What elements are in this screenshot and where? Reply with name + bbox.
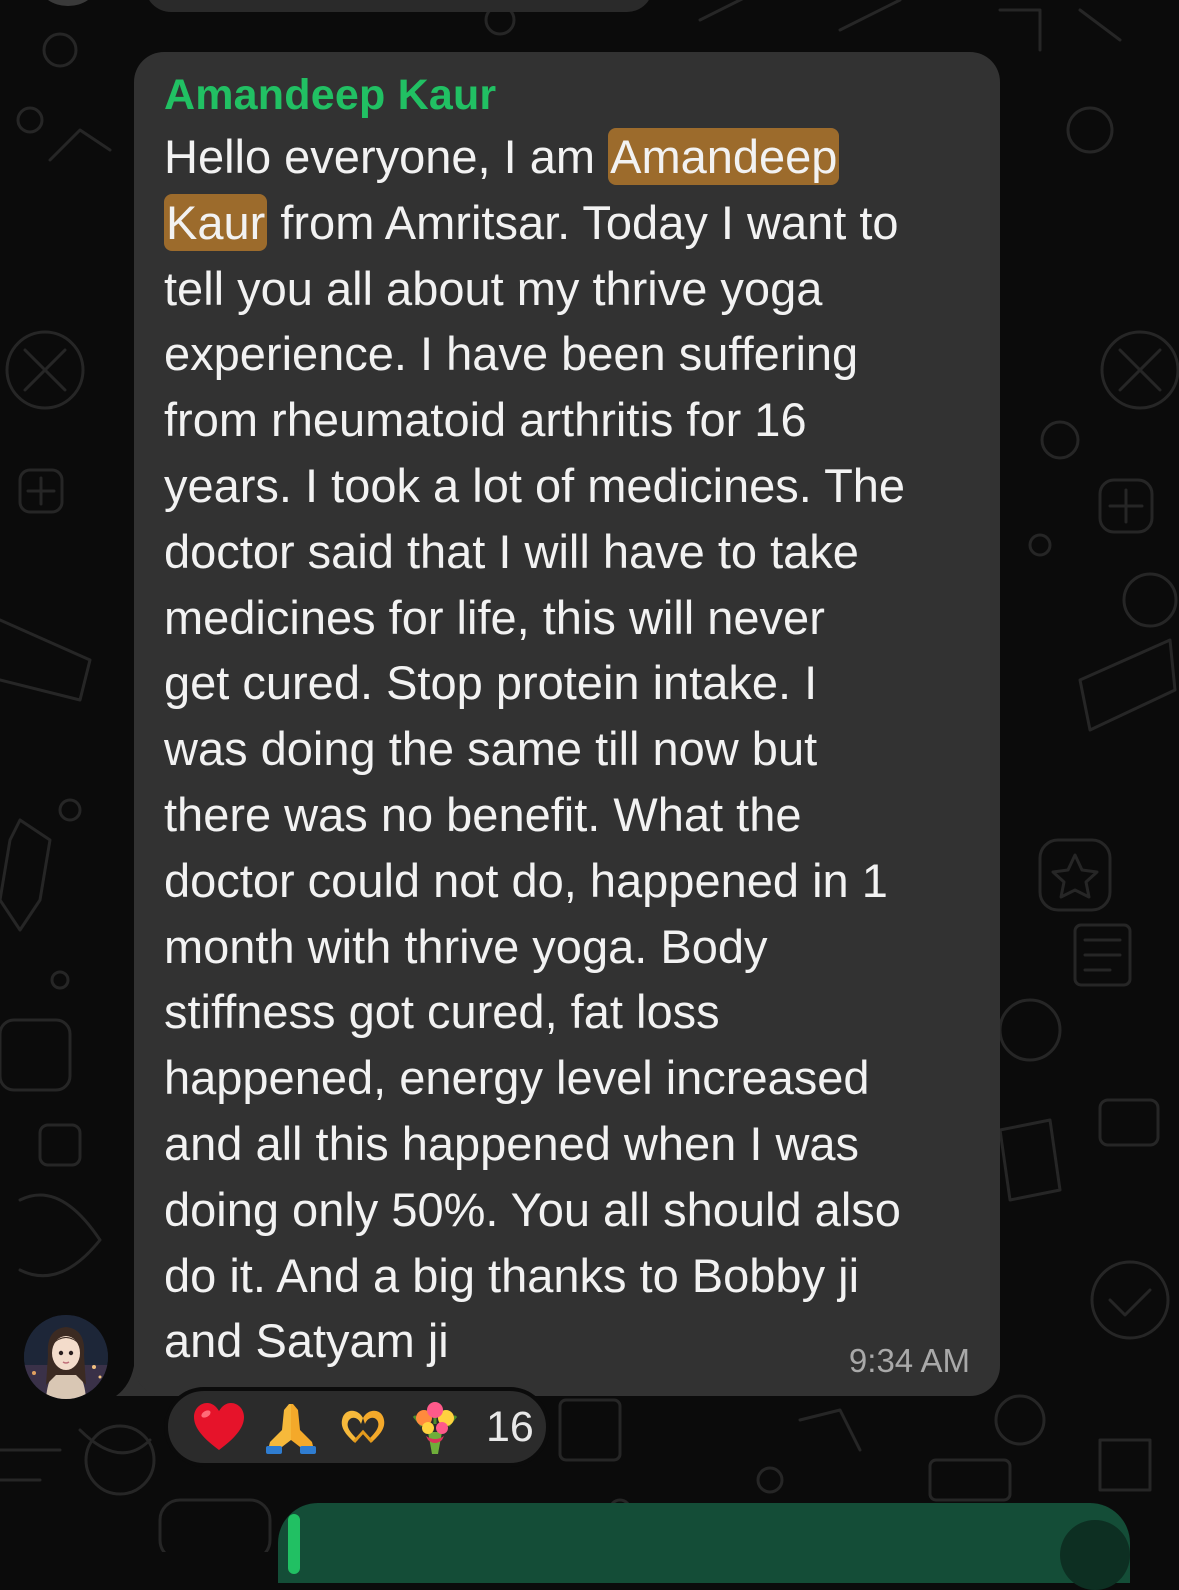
- previous-message-bubble: [145, 0, 653, 12]
- message-line: tell you all about my thrive yoga: [164, 256, 970, 322]
- message-text-segment: month with thrive yoga. Body: [164, 919, 768, 973]
- outgoing-message-bubble[interactable]: [278, 1503, 1130, 1583]
- avatar-image: [24, 1315, 108, 1399]
- message-line: Kaur from Amritsar. Today I want to: [164, 190, 970, 256]
- message-text-segment: and all this happened when I was: [164, 1116, 860, 1170]
- message-line: doctor could not do, happened in 1: [164, 848, 970, 914]
- incoming-message-bubble[interactable]: Amandeep Kaur Hello everyone, I am Amand…: [134, 52, 1000, 1396]
- reaction-count: 16: [486, 1402, 534, 1451]
- message-line: from rheumatoid arthritis for 16: [164, 387, 970, 453]
- message-line: there was no benefit. What the: [164, 782, 970, 848]
- sender-name[interactable]: Amandeep Kaur: [164, 70, 970, 120]
- heart-icon: [194, 1403, 244, 1450]
- message-text-segment: and Satyam ji: [164, 1314, 449, 1368]
- folded-hands-icon: [266, 1404, 316, 1454]
- message-text-segment: doctor could not do, happened in 1: [164, 853, 888, 907]
- message-line: get cured. Stop protein intake. I: [164, 650, 970, 716]
- bouquet-icon: [412, 1402, 458, 1454]
- message-text-segment: do it. And a big thanks to Bobby ji: [164, 1248, 860, 1302]
- message-line: and all this happened when I was: [164, 1111, 970, 1177]
- message-text-segment: years. I took a lot of medicines. The: [164, 458, 906, 512]
- message-line: years. I took a lot of medicines. The: [164, 453, 970, 519]
- message-text-segment: was doing the same till now but: [164, 722, 818, 776]
- sender-avatar[interactable]: [24, 1315, 108, 1399]
- message-timestamp: 9:34 AM: [848, 1342, 970, 1379]
- message-text-segment: Hello everyone, I am: [164, 130, 609, 183]
- message-line: doing only 50%. You all should also: [164, 1177, 970, 1243]
- message-line: experience. I have been suffering: [164, 321, 970, 387]
- message-text-segment: experience. I have been suffering: [164, 327, 859, 381]
- quoted-media-thumbnail[interactable]: [1060, 1520, 1130, 1590]
- message-text-segment: happened, energy level increased: [164, 1051, 870, 1105]
- reply-quote-bar: [288, 1514, 300, 1574]
- message-text-segment: from rheumatoid arthritis for 16: [164, 393, 807, 447]
- message-line: was doing the same till now but: [164, 716, 970, 782]
- message-text-segment: medicines for life, this will never: [164, 590, 825, 644]
- message-line: Hello everyone, I am Amandeep: [164, 124, 970, 190]
- message-text-segment: from Amritsar. Today I want to: [267, 195, 899, 249]
- search-highlight: Amandeep: [608, 128, 840, 185]
- reactions-bar[interactable]: 16: [164, 1387, 550, 1467]
- message-text-segment: doing only 50%. You all should also: [164, 1182, 901, 1236]
- message-line: happened, energy level increased: [164, 1045, 970, 1111]
- message-text-segment: doctor said that I will have to take: [164, 524, 859, 578]
- message-line: medicines for life, this will never: [164, 585, 970, 651]
- message-line: doctor said that I will have to take: [164, 519, 970, 585]
- message-text-segment: stiffness got cured, fat loss: [164, 985, 720, 1039]
- heart-hands-icon: [341, 1410, 385, 1444]
- message-text-segment: tell you all about my thrive yoga: [164, 261, 823, 315]
- message-line: month with thrive yoga. Body: [164, 914, 970, 980]
- message-line: stiffness got cured, fat loss: [164, 979, 970, 1045]
- message-text-segment: get cured. Stop protein intake. I: [164, 656, 818, 710]
- message-text-segment: there was no benefit. What the: [164, 787, 802, 841]
- message-text: Hello everyone, I am Amandeep Kaur from A…: [164, 124, 970, 1374]
- search-highlight: Kaur: [164, 193, 268, 251]
- message-line: do it. And a big thanks to Bobby ji: [164, 1243, 970, 1309]
